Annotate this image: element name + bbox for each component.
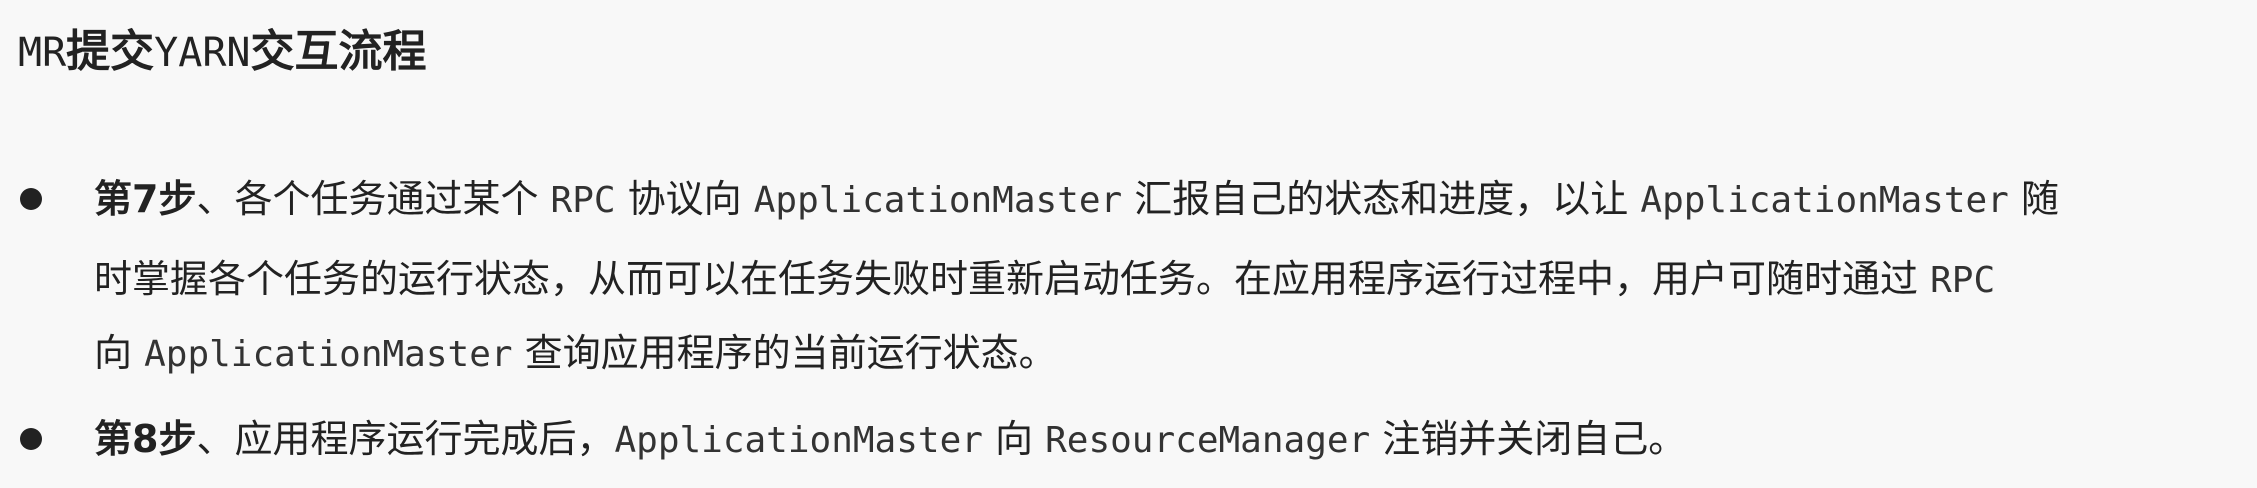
bullet-dot-icon	[20, 188, 42, 210]
step-8-label: 第8步	[94, 417, 197, 461]
text-run: 时掌握各个任务的运行状态，从而可以在任务失败时重新启动任务。在应用程序运行过程中…	[94, 257, 1931, 301]
step-8-line-1: 第8步、应用程序运行完成后，ApplicationMaster 向 Resour…	[94, 404, 1686, 474]
code-term: ApplicationMaster	[1640, 180, 2009, 221]
title-flow: 交互流程	[250, 26, 427, 77]
step-8-line-1-content: 、应用程序运行完成后，ApplicationMaster 向 ResourceM…	[196, 417, 1686, 461]
step-7-line-3: 向 ApplicationMaster 查询应用程序的当前运行状态。	[94, 318, 1057, 388]
code-term: ApplicationMaster	[144, 334, 513, 375]
text-run: 协议向	[615, 177, 754, 221]
title-submit: 提交	[66, 26, 155, 77]
step-7-line-1: 第7步、各个任务通过某个 RPC 协议向 ApplicationMaster 汇…	[94, 164, 2059, 234]
text-run: 查询应用程序的当前运行状态。	[512, 331, 1057, 375]
text-run: 向	[982, 417, 1046, 461]
code-term: ApplicationMaster	[753, 180, 1123, 221]
text-run: 汇报自己的状态和进度，以让	[1122, 177, 1641, 221]
bullet-dot-icon	[20, 428, 42, 450]
text-run: 向	[94, 331, 145, 375]
text-run: 、应用程序运行完成后，	[196, 417, 615, 461]
text-run: 随	[2008, 177, 2059, 221]
title-yarn: YARN	[154, 30, 251, 76]
code-term: RPC	[550, 180, 616, 221]
step-7-label: 第7步	[94, 177, 197, 221]
code-term: RPC	[1930, 260, 1996, 301]
text-run: 注销并关闭自己。	[1370, 417, 1687, 461]
text-run: 、各个任务通过某个	[196, 177, 551, 221]
step-7-line-1-content: 、各个任务通过某个 RPC 协议向 ApplicationMaster 汇报自己…	[196, 177, 2059, 221]
code-term: ResourceManager	[1045, 420, 1371, 461]
page-title: MR提交YARN交互流程	[18, 22, 427, 82]
title-mr: MR	[18, 30, 67, 76]
code-term: ApplicationMaster	[614, 420, 983, 461]
step-7-line-2: 时掌握各个任务的运行状态，从而可以在任务失败时重新启动任务。在应用程序运行过程中…	[94, 244, 1995, 314]
